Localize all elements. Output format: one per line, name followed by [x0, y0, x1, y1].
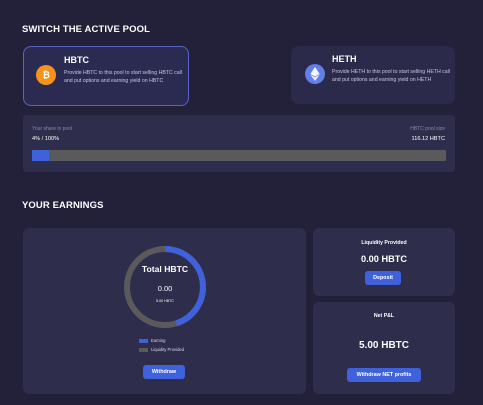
- earnings-title: YOUR EARNINGS: [22, 200, 104, 211]
- pool-share-panel: Your share in pool 4% / 100% HBTC pool s…: [23, 115, 455, 172]
- legend-label-earning: Earning: [151, 338, 166, 343]
- share-label: Your share in pool: [32, 126, 73, 132]
- withdraw-button[interactable]: Withdraw: [143, 365, 185, 379]
- legend-swatch-earning: [139, 338, 148, 343]
- ethereum-icon: [305, 64, 325, 84]
- switch-pool-title: SWITCH THE ACTIVE POOL: [22, 24, 150, 35]
- liquidity-card-title: Liquidity Provided: [361, 240, 407, 246]
- share-value: 4% / 100%: [32, 136, 60, 142]
- pool-title-heth: HETH: [332, 54, 357, 64]
- share-progress-track: [32, 150, 446, 161]
- pool-size-value: 116.12 HBTC: [411, 136, 445, 142]
- liquidity-card-value: 0.00 HBTC: [361, 254, 407, 264]
- legend-earning: Earning: [139, 338, 165, 343]
- deposit-button[interactable]: Deposit: [365, 271, 401, 285]
- pool-card-heth[interactable]: HETH Provide HETH to this pool to start …: [291, 46, 455, 104]
- total-card-value: 0.00: [157, 284, 173, 293]
- pool-desc-hbtc: Provide HBTC to this pool to start selli…: [64, 70, 182, 84]
- pool-size-label: HBTC pool size: [410, 126, 445, 132]
- pool-title-hbtc: HBTC: [64, 55, 89, 65]
- total-card-title: Total HBTC: [141, 264, 189, 274]
- total-card-subvalue: 5.00 HBTC: [156, 299, 174, 303]
- legend-swatch-liquidity: [139, 347, 148, 352]
- liquidity-provided-card: Liquidity Provided 0.00 HBTC Deposit: [313, 228, 455, 296]
- pnl-card-value: 5.00 HBTC: [358, 340, 409, 351]
- bitcoin-icon: ₿: [36, 65, 56, 85]
- withdraw-net-profits-button[interactable]: Withdraw NET profits: [347, 368, 421, 382]
- svg-text:₿: ₿: [43, 70, 50, 81]
- pool-desc-heth: Provide HETH to this pool to start selli…: [332, 69, 450, 83]
- total-hbtc-card: Total HBTC 0.00 5.00 HBTC Earning Liquid…: [23, 228, 306, 394]
- pnl-card-title: Net P&L: [373, 313, 395, 319]
- share-progress-fill: [32, 150, 49, 161]
- pool-card-hbtc[interactable]: ₿ HBTC Provide HBTC to this pool to star…: [23, 46, 189, 106]
- net-pnl-card: Net P&L 5.00 HBTC Withdraw NET profits: [313, 302, 455, 394]
- legend-label-liquidity: Liquidity Provided: [151, 347, 185, 352]
- legend-liquidity: Liquidity Provided: [139, 347, 184, 352]
